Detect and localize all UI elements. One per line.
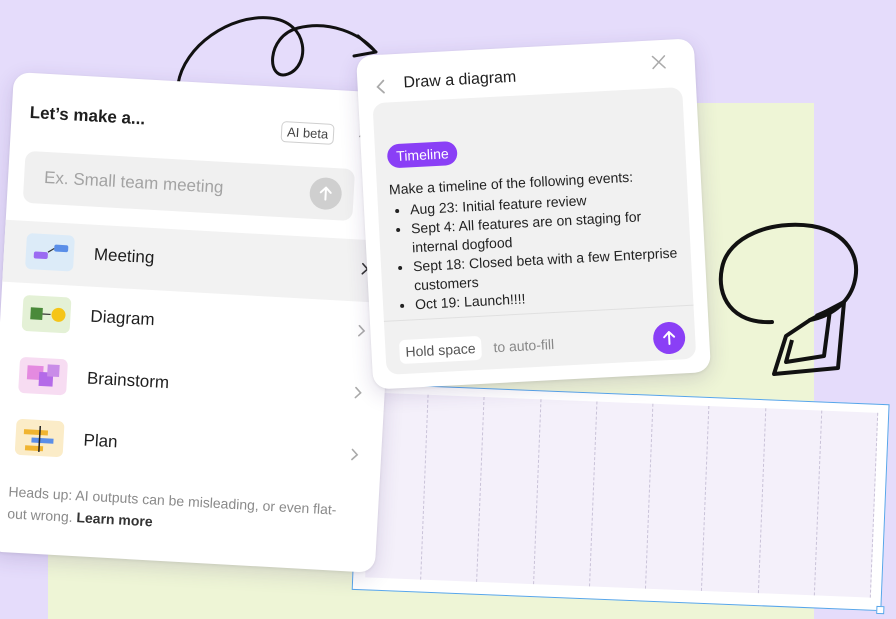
- send-button[interactable]: [308, 176, 343, 211]
- menu-item-label: Plan: [83, 430, 119, 452]
- panel-title: Draw a diagram: [403, 68, 517, 92]
- table-column: [758, 408, 823, 596]
- arrow-up-icon: [319, 186, 332, 201]
- send-button[interactable]: [652, 321, 687, 355]
- table-column: [702, 406, 766, 594]
- draw-diagram-panel: Draw a diagram Timeline Make a timeline …: [356, 38, 712, 390]
- table-column: [589, 401, 654, 589]
- table-column: [421, 394, 485, 582]
- selected-table-frame[interactable]: [351, 383, 890, 615]
- timeline-tag: Timeline: [386, 140, 459, 169]
- prompt-editor[interactable]: Timeline Make a timeline of the followin…: [372, 86, 697, 375]
- table-column: [646, 403, 710, 591]
- template-menu: Meeting Diagram Brainstorm Plan: [0, 219, 394, 489]
- meeting-template-icon: [25, 232, 75, 272]
- diagram-template-icon: [21, 294, 72, 334]
- disclaimer: Heads up: AI outputs can be misleading, …: [7, 480, 339, 542]
- template-picker-panel: Let’s make a... AI beta Ex. Small team m…: [0, 72, 402, 573]
- learn-more-link[interactable]: Learn more: [76, 509, 153, 529]
- arrow-up-icon: [663, 331, 676, 345]
- menu-item-label: Brainstorm: [86, 368, 170, 393]
- autofill-hint: to auto-fill: [493, 336, 555, 356]
- back-chevron-icon[interactable]: [375, 79, 386, 96]
- chevron-right-icon: [354, 386, 362, 399]
- disclaimer-text: Heads up: AI outputs can be misleading, …: [6, 483, 337, 525]
- chevron-right-icon: [351, 448, 359, 461]
- brainstorm-template-icon: [18, 356, 69, 396]
- close-icon[interactable]: [650, 54, 667, 71]
- table-column: [477, 397, 542, 585]
- event-list: Aug 23: Initial feature review Sept 4: A…: [390, 186, 686, 315]
- ai-beta-badge: AI beta: [280, 121, 335, 145]
- chevron-right-icon: [358, 324, 366, 337]
- resize-handle[interactable]: [876, 605, 885, 615]
- menu-item-label: Meeting: [93, 244, 155, 268]
- prompt-input[interactable]: Ex. Small team meeting: [22, 150, 356, 222]
- table-column: [533, 399, 598, 587]
- table-column: [814, 410, 879, 598]
- panel-title: Let’s make a...: [29, 102, 146, 129]
- table-grid: [365, 392, 879, 598]
- prompt-text[interactable]: Make a timeline of the following events:…: [389, 165, 686, 315]
- speech-bubble-doodle: [718, 222, 858, 376]
- menu-item-label: Diagram: [89, 306, 156, 330]
- hold-space-key: Hold space: [398, 335, 483, 365]
- plan-template-icon: [14, 418, 65, 458]
- prompt-placeholder: Ex. Small team meeting: [43, 167, 224, 197]
